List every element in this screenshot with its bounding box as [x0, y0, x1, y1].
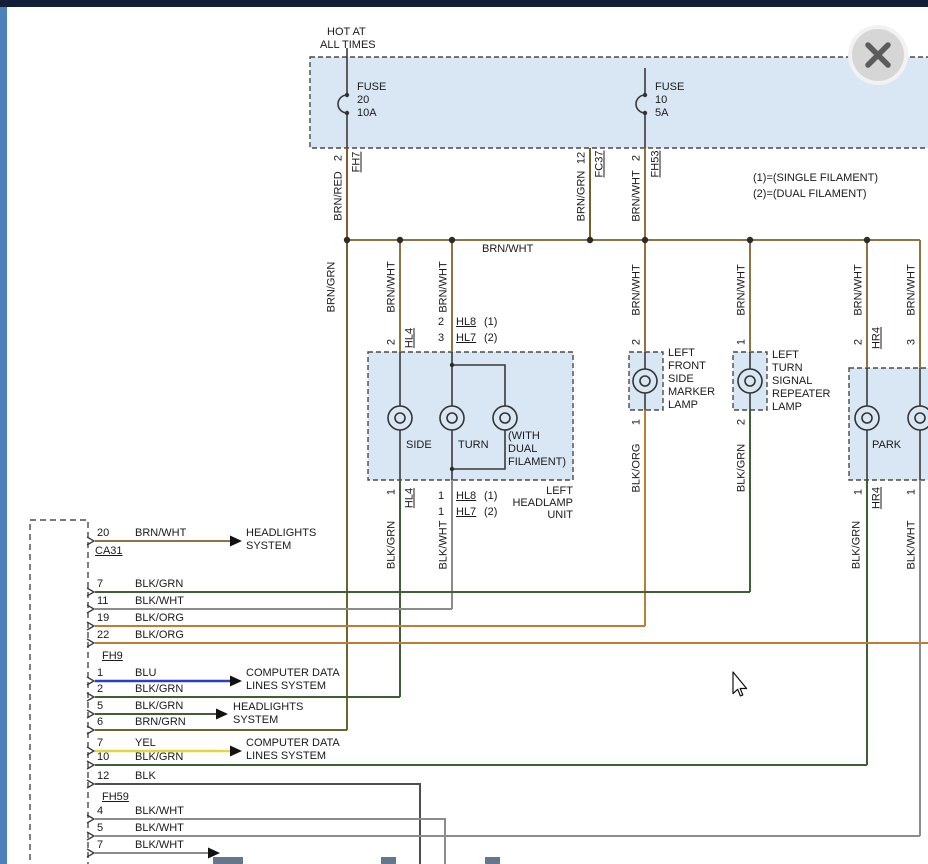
side-marker-lamp-box: [629, 352, 663, 410]
window-top-frame: [0, 0, 928, 7]
right-headlamp-unit-box: [849, 368, 928, 480]
harness-connector-box: [30, 520, 88, 864]
arrow-computer-data: [230, 676, 242, 687]
close-button[interactable]: [848, 25, 908, 85]
arrow-headlights-system-2: [216, 709, 228, 720]
arrow-row-7b: [208, 848, 220, 859]
bottom-cutoff-marks: [213, 857, 500, 864]
diagram-viewer: HOT AT ALL TIMES FUSE 20 10A FUSE 10 5A …: [0, 0, 928, 864]
arrow-computer-data-2: [230, 746, 242, 757]
left-headlamp-unit-box: [368, 352, 573, 480]
mouse-cursor: [733, 672, 747, 696]
wiring-diagram-canvas: [0, 0, 928, 864]
window-left-frame: [0, 0, 7, 864]
power-distribution-box: [310, 57, 928, 148]
arrow-headlights-system: [230, 536, 242, 547]
